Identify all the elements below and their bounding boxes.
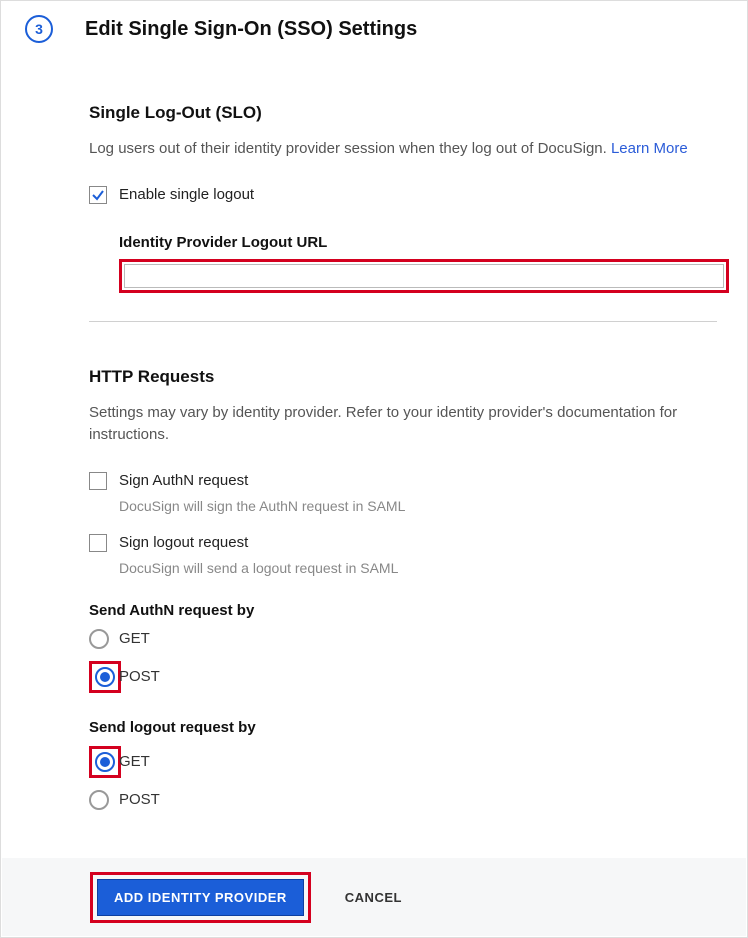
radio-logout-post-label: POST [119,791,160,808]
highlight-box [119,259,729,293]
sign-logout-hint: DocuSign will send a logout request in S… [119,560,717,576]
radio-authn-post-label: POST [119,668,160,685]
slo-heading: Single Log-Out (SLO) [89,103,717,123]
send-logout-get-row[interactable]: GET [89,746,717,778]
cancel-button[interactable]: CANCEL [339,889,408,906]
highlight-box: ADD IDENTITY PROVIDER [90,872,311,923]
highlight-box [89,661,121,693]
footer: ADD IDENTITY PROVIDER CANCEL [2,858,746,936]
header: 3 Edit Single Sign-On (SSO) Settings [1,1,747,43]
slo-description: Log users out of their identity provider… [89,138,717,161]
send-logout-post-row[interactable]: POST [89,790,717,810]
http-description: Settings may vary by identity provider. … [89,402,717,447]
enable-slo-row[interactable]: Enable single logout [89,186,717,204]
learn-more-link[interactable]: Learn More [611,140,688,157]
checkmark-icon [91,188,105,202]
radio-logout-get-label: GET [119,753,150,770]
radio-authn-post[interactable] [95,667,115,687]
send-logout-label: Send logout request by [89,719,717,736]
slo-desc-text: Log users out of their identity provider… [89,140,611,157]
send-authn-post-row[interactable]: POST [89,661,717,693]
enable-slo-label: Enable single logout [119,186,254,203]
sign-logout-checkbox[interactable] [89,534,107,552]
radio-dot-icon [100,757,110,767]
highlight-box [89,746,121,778]
enable-slo-checkbox[interactable] [89,186,107,204]
send-authn-get-row[interactable]: GET [89,629,717,649]
sign-authn-label: Sign AuthN request [119,472,248,489]
content: Single Log-Out (SLO) Log users out of th… [1,103,747,810]
sign-authn-checkbox[interactable] [89,472,107,490]
sign-logout-row[interactable]: Sign logout request [89,534,717,552]
http-heading: HTTP Requests [89,367,717,387]
add-identity-provider-button[interactable]: ADD IDENTITY PROVIDER [97,879,304,916]
page-title: Edit Single Sign-On (SSO) Settings [85,18,417,41]
logout-url-label: Identity Provider Logout URL [119,234,717,251]
section-divider [89,321,717,322]
radio-authn-get-label: GET [119,630,150,647]
step-number: 3 [35,21,43,37]
logout-url-input[interactable] [124,264,724,288]
send-authn-label: Send AuthN request by [89,602,717,619]
sign-logout-label: Sign logout request [119,534,248,551]
sign-authn-hint: DocuSign will sign the AuthN request in … [119,498,717,514]
step-badge: 3 [25,15,53,43]
logout-url-field: Identity Provider Logout URL [119,234,717,293]
radio-dot-icon [100,672,110,682]
radio-authn-get[interactable] [89,629,109,649]
sso-settings-panel: 3 Edit Single Sign-On (SSO) Settings Sin… [0,0,748,938]
radio-logout-post[interactable] [89,790,109,810]
sign-authn-row[interactable]: Sign AuthN request [89,472,717,490]
radio-logout-get[interactable] [95,752,115,772]
